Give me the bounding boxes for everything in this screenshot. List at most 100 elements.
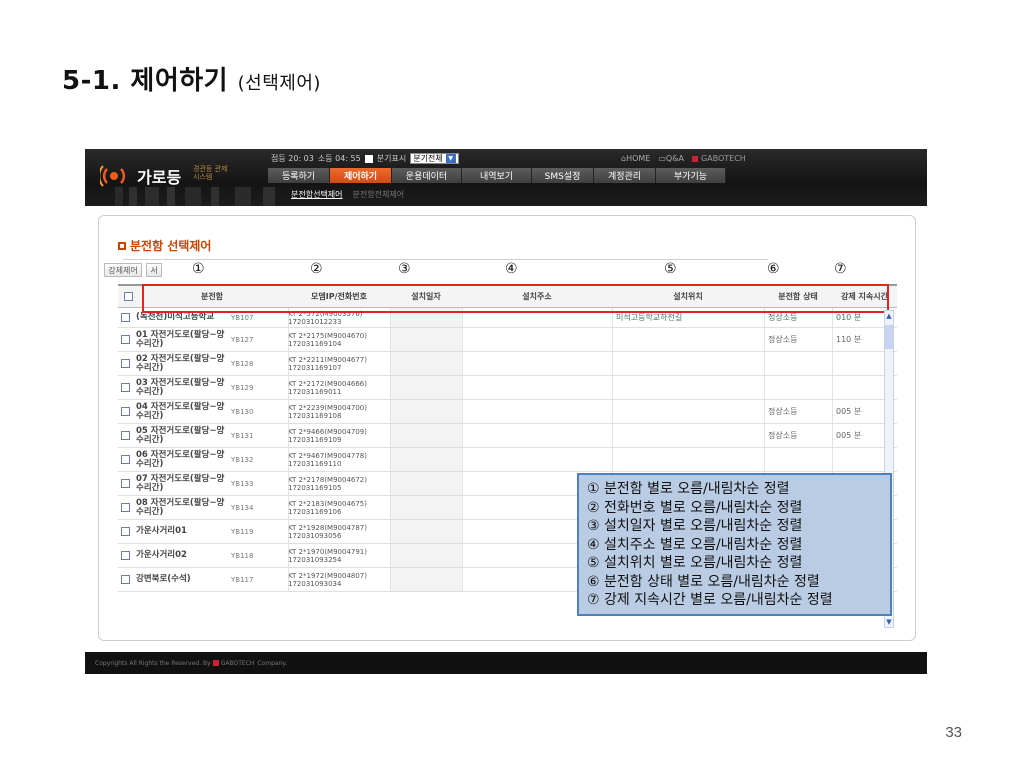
column-divider (462, 400, 463, 423)
column-divider (288, 472, 289, 495)
nav-extra[interactable]: 부가기능 (656, 168, 726, 183)
row-checkbox[interactable] (121, 407, 130, 416)
panel-status-cell: 정상소등 (768, 335, 798, 344)
on-time: 점등 20: 03 (271, 154, 314, 163)
table-row[interactable]: 02 자전거도로(팔당~양수리간) YB128 KT 2*2211(M9004677… (118, 352, 897, 376)
nav-account[interactable]: 계정관리 (594, 168, 656, 183)
install-location-cell (616, 376, 764, 399)
brand-mark-icon (212, 660, 219, 666)
off-time: 소등 04: 55 (317, 154, 361, 163)
modem-ip: KT 2*2178(M9004672) (288, 475, 367, 484)
nav-operation-data[interactable]: 운용데이터 (392, 168, 462, 183)
branch-select[interactable]: 분기전체 ▼ (410, 153, 459, 164)
row-checkbox[interactable] (121, 527, 130, 536)
column-divider (390, 376, 391, 399)
row-checkbox[interactable] (121, 359, 130, 368)
branch-show-label: 분기표시 (376, 154, 407, 163)
modem-ip: KT 2*9466(M9004709) (288, 427, 367, 436)
subnav-select-control[interactable]: 분전함선택제어 (291, 189, 343, 200)
logo-subtitle: 경관등 관제시스템 (193, 165, 228, 181)
install-date-cell (390, 328, 462, 351)
modem-ip: KT 2*2211(M9004677) (288, 355, 367, 364)
callout-line: ② 전화번호 별로 오름/내림차순 정렬 (587, 499, 803, 516)
row-checkbox[interactable] (121, 455, 130, 464)
home-link-label: HOME (626, 154, 651, 163)
row-checkbox[interactable] (121, 575, 130, 584)
modem-ip: KT 2*2175(M9004670) (288, 331, 367, 340)
row-checkbox[interactable] (121, 313, 130, 322)
panel-status-cell: 정상소등 (768, 407, 798, 416)
modem-phone: 172031093034 (288, 579, 342, 588)
callout-line: ⑥ 분전함 상태 별로 오름/내림차순 정렬 (587, 573, 820, 590)
scroll-down-icon[interactable]: ▼ (885, 617, 893, 627)
nav-register[interactable]: 등록하기 (268, 168, 330, 183)
section-title-text: 분전함 선택제어 (130, 239, 212, 253)
column-divider (390, 544, 391, 567)
row-checkbox-cell (121, 472, 135, 495)
row-checkbox[interactable] (121, 431, 130, 440)
table-row[interactable]: 03 자전거도로(팔당~양수리간) YB129 KT 2*2172(M9004666… (118, 376, 897, 400)
scroll-up-icon[interactable]: ▲ (885, 311, 893, 321)
panel-name: 01 자전거도로(팔당~양수리간) (136, 329, 225, 349)
extra-button[interactable]: 서 (146, 263, 162, 277)
table-row[interactable]: 06 자전거도로(팔당~양수리간) YB132 KT 2*9467(M9004778… (118, 448, 897, 472)
panel-status-cell (768, 376, 832, 399)
nav-history[interactable]: 내역보기 (462, 168, 532, 183)
modem-ip: KT 2*1928(M9004787) (288, 523, 367, 532)
panel-name: 05 자전거도로(팔당~양수리간) (136, 425, 225, 445)
row-checkbox-cell (121, 448, 135, 471)
column-divider (764, 328, 765, 351)
column-divider (288, 448, 289, 471)
panel-status-cell (768, 352, 832, 375)
slide-title-main: 5-1. 제어하기 (62, 66, 229, 96)
callout-line: ① 분전함 별로 오름/내림차순 정렬 (587, 481, 790, 497)
brand-link[interactable]: GABOTECH (692, 154, 746, 163)
modem-phone: 172031169105 (288, 483, 342, 492)
table-row[interactable]: 01 자전거도로(팔당~양수리간) YB127 KT 2*2175(M9004670… (118, 328, 897, 352)
row-checkbox[interactable] (121, 551, 130, 560)
header-highlight-box (142, 284, 889, 313)
install-date-cell (390, 568, 462, 591)
chevron-down-icon: ▼ (445, 154, 456, 163)
home-link[interactable]: ⌂HOME (621, 154, 650, 163)
subnav-all-control[interactable]: 분전함전체제어 (353, 189, 405, 200)
column-divider (462, 496, 463, 519)
modem-ip: KT 2*2239(M9004700) (288, 403, 367, 412)
logo-mark-icon (100, 165, 126, 187)
modem-info: KT 2*9467(M9004778) 172031169110 (288, 448, 390, 471)
column-divider (832, 424, 833, 447)
modem-info: KT 2*2183(M9004675) 172031169106 (288, 496, 390, 519)
row-checkbox-cell (121, 520, 135, 543)
select-all-checkbox[interactable] (123, 292, 133, 301)
column-divider (288, 376, 289, 399)
row-checkbox-cell (121, 400, 135, 423)
branch-show-checkbox[interactable] (364, 154, 373, 163)
force-control-button[interactable]: 강제제어 (104, 263, 142, 277)
marker-1: ① (192, 261, 205, 277)
qna-link[interactable]: ▭Q&A (658, 154, 684, 163)
panel-code: YB132 (231, 455, 254, 464)
column-divider (612, 328, 613, 351)
modem-info: KT 2*2175(M9004670) 172031169104 (288, 328, 390, 351)
row-checkbox[interactable] (121, 503, 130, 512)
skyline-decoration (115, 187, 305, 206)
table-row[interactable]: 05 자전거도로(팔당~양수리간) YB131 KT 2*9466(M9004709… (118, 424, 897, 448)
modem-phone: 172031169104 (288, 339, 342, 348)
nav-control[interactable]: 제어하기 (330, 168, 392, 183)
install-date-cell (390, 424, 462, 447)
column-divider (612, 400, 613, 423)
table-row[interactable]: 04 자전거도로(팔당~양수리간) YB130 KT 2*2239(M9004700… (118, 400, 897, 424)
row-checkbox[interactable] (121, 479, 130, 488)
panel-code: YB130 (231, 407, 254, 416)
row-checkbox[interactable] (121, 383, 130, 392)
column-divider (288, 496, 289, 519)
nav-sms-settings[interactable]: SMS설정 (532, 168, 594, 183)
column-divider (832, 376, 833, 399)
column-divider (288, 400, 289, 423)
callout-line: ③ 설치일자 별로 오름/내림차순 정렬 (587, 518, 803, 534)
scroll-thumb[interactable] (885, 325, 893, 349)
row-checkbox[interactable] (121, 335, 130, 344)
footer-copyright: Copyrights All Rights the Reserved. By (95, 659, 211, 667)
modem-phone: 172031093254 (288, 555, 342, 564)
install-location-cell (616, 424, 764, 447)
